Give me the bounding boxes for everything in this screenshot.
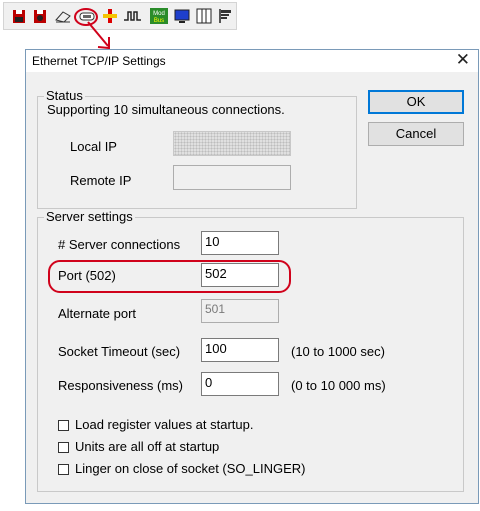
signal-icon[interactable]: [123, 7, 141, 25]
remote-ip-field: [173, 165, 291, 190]
load-register-checkbox[interactable]: [58, 420, 69, 431]
local-ip-label: Local IP: [70, 139, 117, 154]
title-bar: Ethernet TCP/IP Settings ✕: [26, 50, 478, 72]
alternate-port-input: 501: [201, 299, 279, 323]
responsiveness-range: (0 to 10 000 ms): [291, 378, 386, 393]
columns-icon[interactable]: [195, 7, 213, 25]
responsiveness-input[interactable]: 0: [201, 372, 279, 396]
ok-button[interactable]: OK: [368, 90, 464, 114]
save-icon[interactable]: [10, 7, 28, 25]
alternate-port-label: Alternate port: [58, 306, 137, 321]
load-register-label: Load register values at startup.: [75, 417, 254, 432]
units-off-label: Units are all off at startup: [75, 439, 220, 454]
monitor-icon[interactable]: [173, 7, 191, 25]
ethernet-settings-dialog: Ethernet TCP/IP Settings ✕ Status Suppor…: [25, 49, 479, 504]
socket-timeout-range: (10 to 1000 sec): [291, 344, 385, 359]
eraser-icon[interactable]: [53, 7, 71, 25]
dialog-title: Ethernet TCP/IP Settings: [32, 54, 166, 68]
responsiveness-label: Responsiveness (ms): [58, 378, 183, 393]
units-off-checkbox[interactable]: [58, 442, 69, 453]
socket-timeout-input[interactable]: 100: [201, 338, 279, 362]
server-connections-input[interactable]: 10: [201, 231, 279, 255]
local-ip-field: [173, 131, 291, 156]
status-legend: Status: [44, 88, 85, 103]
toolbar: Mod Bus: [3, 2, 237, 30]
remote-ip-label: Remote IP: [70, 173, 132, 188]
server-settings-legend: Server settings: [44, 209, 135, 224]
port-label: Port (502): [58, 268, 116, 283]
close-icon[interactable]: ✕: [456, 51, 470, 69]
linger-checkbox[interactable]: [58, 464, 69, 475]
port-input[interactable]: 502: [201, 263, 279, 287]
status-message: Supporting 10 simultaneous connections.: [47, 102, 285, 117]
modbus-icon[interactable]: Mod Bus: [149, 7, 168, 25]
flag-icon[interactable]: [217, 7, 235, 25]
modbus-badge-text-bus: Bus: [154, 18, 164, 24]
linger-label: Linger on close of socket (SO_LINGER): [75, 461, 306, 476]
modbus-badge-text-mod: Mod: [153, 11, 165, 17]
server-connections-label: # Server connections: [58, 237, 181, 252]
socket-timeout-label: Socket Timeout (sec): [58, 344, 181, 359]
open-icon[interactable]: [31, 7, 49, 25]
cancel-button[interactable]: Cancel: [368, 122, 464, 146]
